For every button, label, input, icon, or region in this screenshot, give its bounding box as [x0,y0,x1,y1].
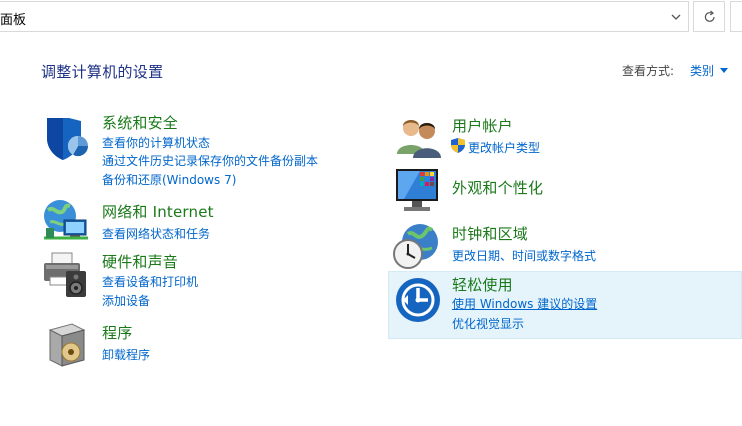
category-title-appearance[interactable]: 外观和个性化 [452,177,543,198]
category-title-clock-region[interactable]: 时钟和区域 [452,223,528,244]
link-network-status[interactable]: 查看网络状态和任务 [102,225,210,242]
link-add-device[interactable]: 添加设备 [102,292,150,309]
network-globe-icon[interactable] [42,198,90,246]
category-title-network[interactable]: 网络和 Internet [102,201,214,222]
category-title-system-security[interactable]: 系统和安全 [102,112,178,133]
page-title: 调整计算机的设置 [41,63,164,81]
printer-speaker-icon[interactable] [42,251,90,299]
uac-shield-icon [451,138,465,153]
link-uninstall-program[interactable]: 卸载程序 [102,346,150,363]
link-optimize-visual-display[interactable]: 优化视觉显示 [452,315,524,332]
category-title-user-accounts[interactable]: 用户帐户 [452,115,513,136]
chevron-down-icon[interactable] [670,11,682,23]
monitor-color-icon[interactable] [394,167,442,215]
search-box[interactable] [730,1,742,32]
address-text: 面板 [0,13,27,28]
chevron-down-icon[interactable] [720,68,728,74]
clock-globe-icon[interactable] [392,222,440,270]
link-view-computer-status[interactable]: 查看你的计算机状态 [102,134,210,151]
shield-icon[interactable] [43,114,91,162]
programs-box-icon[interactable] [44,320,92,368]
view-by-dropdown[interactable]: 类别 [690,62,714,79]
link-backup-restore[interactable]: 备份和还原(Windows 7) [102,171,236,188]
category-title-programs[interactable]: 程序 [102,322,132,343]
view-by-label: 查看方式: [622,64,675,78]
link-change-account-type[interactable]: 更改帐户类型 [468,139,540,156]
link-file-history[interactable]: 通过文件历史记录保存你的文件备份副本 [102,152,318,169]
view-by: 查看方式: 类别 [622,62,714,79]
category-title-ease-access[interactable]: 轻松使用 [452,274,513,295]
address-field[interactable]: 面板 [0,1,689,32]
ease-of-access-icon[interactable] [394,276,442,324]
address-bar: 面板 [0,0,742,34]
users-icon[interactable] [395,114,443,162]
refresh-button[interactable] [693,1,725,32]
refresh-icon [704,10,715,22]
link-change-date-time[interactable]: 更改日期、时间或数字格式 [452,247,596,264]
link-windows-recommended-settings[interactable]: 使用 Windows 建议的设置 [452,295,597,312]
category-title-hardware[interactable]: 硬件和声音 [102,251,178,272]
link-devices-printers[interactable]: 查看设备和打印机 [102,273,198,290]
